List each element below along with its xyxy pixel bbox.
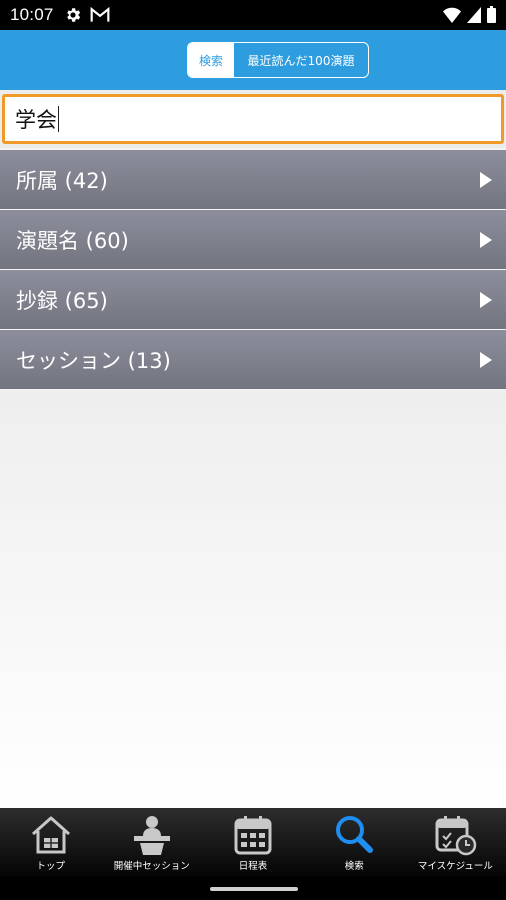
tab-my-schedule[interactable]: マイスケジュール: [405, 808, 506, 876]
search-bar: [0, 90, 506, 148]
list-item-label: 演題名 (60): [16, 228, 129, 253]
search-icon: [336, 816, 374, 853]
podium-icon: [133, 816, 170, 855]
list-item-label: 抄録 (65): [16, 288, 108, 313]
home-indicator[interactable]: [210, 887, 298, 891]
status-time: 10:07: [10, 5, 54, 24]
result-category-list: 所属 (42) 演題名 (60) 抄録 (65) セッション (13): [0, 150, 506, 390]
tab-label: 検索: [344, 861, 364, 872]
tab-label: 日程表: [238, 861, 268, 872]
list-item-abstract[interactable]: 抄録 (65): [0, 270, 506, 329]
tab-top[interactable]: トップ: [0, 808, 101, 876]
chevron-right-icon: [480, 171, 492, 188]
bottom-tab-bar: トップ 開催中セッション 日程表 検索 マイスケジュール: [0, 808, 506, 876]
segmented-control: 検索 最近読んだ100演題: [187, 42, 369, 78]
calendar-clock-icon: [435, 816, 477, 856]
status-bar: 10:07: [0, 0, 506, 30]
tab-recent-100[interactable]: 最近読んだ100演題: [234, 43, 368, 77]
tab-timetable[interactable]: 日程表: [202, 808, 303, 876]
battery-icon: [487, 6, 496, 23]
wifi-icon: [443, 7, 461, 23]
content-area: [0, 390, 506, 808]
signal-icon: [467, 6, 481, 23]
tab-label: 開催中セッション: [113, 861, 190, 872]
status-icons-right: [443, 6, 496, 23]
tab-search[interactable]: 検索: [188, 43, 234, 77]
search-input[interactable]: [2, 94, 504, 144]
gear-icon: [66, 8, 80, 22]
app-header: 検索 最近読んだ100演題: [0, 30, 506, 90]
tab-live-session[interactable]: 開催中セッション: [101, 808, 202, 876]
tab-label: マイスケジュール: [417, 861, 493, 872]
list-item-label: 所属 (42): [16, 168, 108, 193]
list-item-title[interactable]: 演題名 (60): [0, 210, 506, 269]
system-nav-bar: [0, 876, 506, 900]
tab-label: トップ: [36, 861, 65, 872]
home-icon: [31, 816, 70, 854]
chevron-right-icon: [480, 351, 492, 368]
list-item-affiliation[interactable]: 所属 (42): [0, 150, 506, 209]
chevron-right-icon: [480, 231, 492, 248]
list-item-session[interactable]: セッション (13): [0, 330, 506, 389]
list-item-label: セッション (13): [16, 348, 171, 373]
calendar-icon: [234, 816, 272, 855]
gmail-icon: [90, 7, 109, 22]
tab-search-nav[interactable]: 検索: [304, 808, 405, 876]
chevron-right-icon: [480, 291, 492, 308]
text-caret: [58, 106, 59, 132]
